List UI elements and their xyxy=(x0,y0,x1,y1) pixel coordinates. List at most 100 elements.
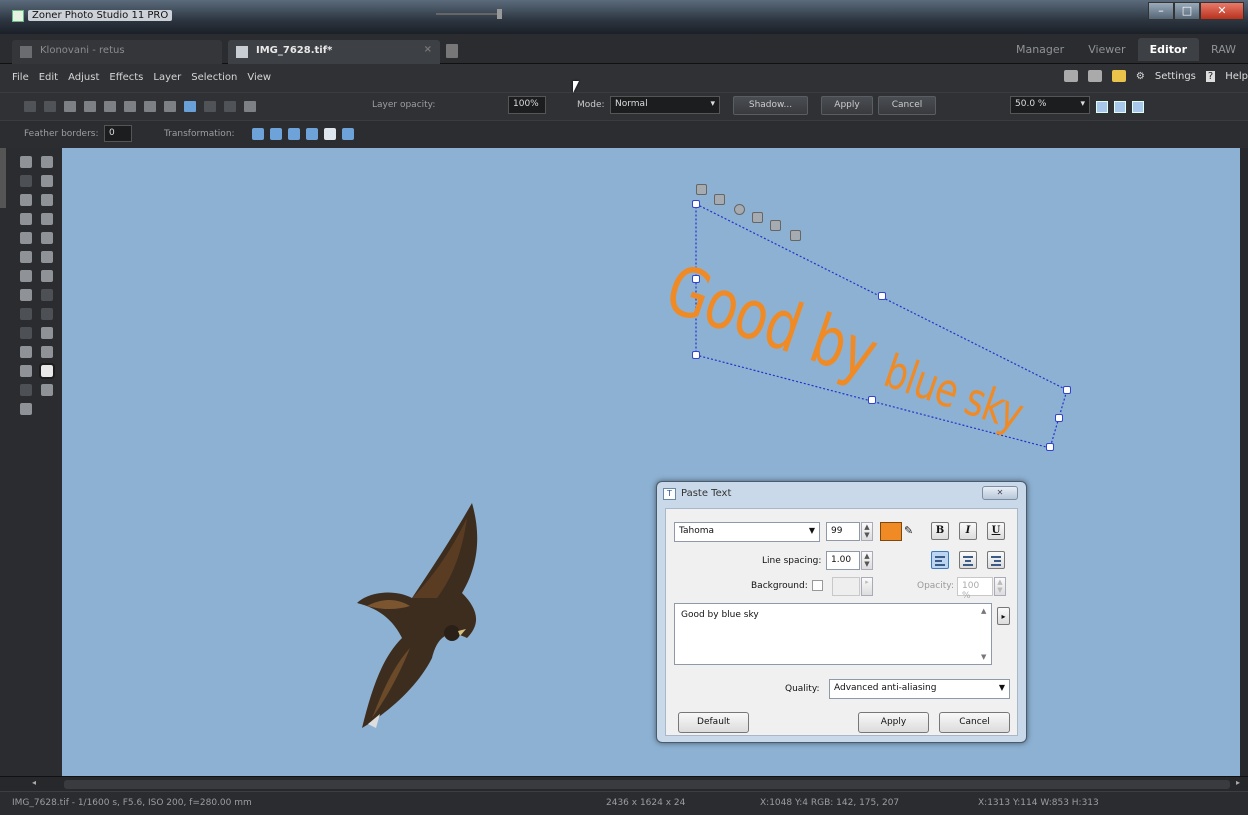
monitor-icon[interactable] xyxy=(1063,70,1078,82)
rotate-icon[interactable] xyxy=(734,204,745,215)
perspective-icon[interactable] xyxy=(770,220,781,231)
tab-img-7628[interactable]: IMG_7628.tif* × xyxy=(228,40,440,64)
panel-scroll-indicator[interactable] xyxy=(0,148,6,208)
scroll-up-icon[interactable]: ▲ xyxy=(981,607,986,615)
rotate-left-icon[interactable] xyxy=(224,101,236,112)
background-checkbox[interactable] xyxy=(812,580,823,591)
transform-handle-bl[interactable] xyxy=(692,351,700,359)
eyedropper-icon[interactable]: ✎ xyxy=(904,524,918,538)
dialog-close-button[interactable]: ✕ xyxy=(982,486,1018,500)
redo-icon[interactable] xyxy=(204,101,216,112)
menu-effects[interactable]: Effects xyxy=(109,72,143,83)
move-icon[interactable] xyxy=(252,128,264,140)
clone-tool-icon[interactable] xyxy=(20,213,32,225)
rotate-icon[interactable] xyxy=(288,128,300,140)
shape-tool-icon[interactable] xyxy=(41,346,53,358)
move-icon[interactable] xyxy=(696,184,707,195)
layer-tool-icon[interactable] xyxy=(20,384,32,396)
tab-klonovani[interactable]: Klonovani - retus xyxy=(12,40,222,64)
magic-wand-tool-icon[interactable] xyxy=(20,327,32,339)
heal-tool-icon[interactable] xyxy=(41,213,53,225)
shadow-button[interactable]: Shadow... xyxy=(733,96,808,115)
retouch-tool-icon[interactable] xyxy=(41,194,53,206)
scroll-left-icon[interactable]: ◂ xyxy=(32,778,36,787)
lasso-tool-icon[interactable] xyxy=(41,308,53,320)
gallery-icon[interactable] xyxy=(1087,70,1102,82)
open-icon[interactable] xyxy=(64,101,76,112)
new-tab-icon[interactable] xyxy=(446,44,458,58)
line-spacing-spinner[interactable]: ▲ ▼ xyxy=(861,551,873,570)
brush-select-tool-icon[interactable] xyxy=(41,327,53,339)
vertical-scrollbar[interactable] xyxy=(1240,148,1248,776)
gradient-tool-icon[interactable] xyxy=(20,346,32,358)
transform-handle-bm[interactable] xyxy=(868,396,876,404)
forward-icon[interactable] xyxy=(44,101,56,112)
eraser-tool-icon[interactable] xyxy=(20,289,32,301)
text-input-area[interactable]: Good by blue sky xyxy=(674,603,992,665)
text-color-swatch[interactable] xyxy=(880,522,902,541)
rotate-right-icon[interactable] xyxy=(244,101,256,112)
straighten-tool-icon[interactable] xyxy=(41,175,53,187)
compare-icon[interactable] xyxy=(1132,101,1144,113)
stamp-tool-icon[interactable] xyxy=(20,232,32,244)
transform-handle-tm[interactable] xyxy=(878,292,886,300)
tab-viewer[interactable]: Viewer xyxy=(1076,38,1137,61)
redeye-tool-icon[interactable] xyxy=(20,194,32,206)
feather-borders-input[interactable]: 0 xyxy=(104,125,132,142)
underline-button[interactable]: U xyxy=(987,522,1005,540)
minimize-button[interactable]: – xyxy=(1148,2,1174,20)
maximize-button[interactable]: □ xyxy=(1174,2,1200,20)
transform-handle-ml[interactable] xyxy=(692,275,700,283)
font-select[interactable]: Tahoma ▼ xyxy=(674,522,820,542)
tab-raw[interactable]: RAW xyxy=(1199,38,1248,61)
dialog-cancel-button[interactable]: Cancel xyxy=(939,712,1010,733)
zoom-fit-icon[interactable] xyxy=(1096,101,1108,113)
undo-icon[interactable] xyxy=(184,101,196,112)
print-icon[interactable] xyxy=(104,101,116,112)
tab-manager[interactable]: Manager xyxy=(1004,38,1076,61)
quality-select[interactable]: Advanced anti-aliasing ▼ xyxy=(829,679,1010,699)
hand-tool-icon[interactable] xyxy=(41,156,53,168)
tab-editor[interactable]: Editor xyxy=(1137,38,1199,61)
picture-tool-icon[interactable] xyxy=(20,365,32,377)
skew-icon[interactable] xyxy=(752,212,763,223)
horizontal-scrollbar[interactable]: ◂ ▸ xyxy=(0,776,1248,791)
distort-icon[interactable] xyxy=(790,230,801,241)
mode-select[interactable]: Normal ▾ xyxy=(610,96,720,114)
layer-opacity-input[interactable]: 100% xyxy=(508,96,546,114)
brush-tool-icon[interactable] xyxy=(20,251,32,263)
help-button[interactable]: Help xyxy=(1225,71,1248,82)
bulb-icon[interactable] xyxy=(1111,70,1126,82)
skew-icon[interactable] xyxy=(306,128,318,140)
scroll-down-icon[interactable]: ▼ xyxy=(981,653,986,661)
align-center-button[interactable] xyxy=(959,551,977,569)
transform-handle-tr[interactable] xyxy=(1063,386,1071,394)
transform-handle-br[interactable] xyxy=(1046,443,1054,451)
zoom-tool-icon[interactable] xyxy=(20,156,32,168)
distort-icon[interactable] xyxy=(342,128,354,140)
crop-tool-icon[interactable] xyxy=(20,175,32,187)
histogram-tool-icon[interactable] xyxy=(20,403,32,415)
menu-layer[interactable]: Layer xyxy=(153,72,181,83)
image-canvas[interactable]: Good by blue sky xyxy=(62,148,1240,776)
align-left-button[interactable] xyxy=(931,551,949,569)
menu-view[interactable]: View xyxy=(247,72,271,83)
canvas-text-layer[interactable]: Good by blue sky xyxy=(656,250,1036,447)
scrollbar-thumb[interactable] xyxy=(64,780,1230,789)
font-size-spinner[interactable]: ▲ ▼ xyxy=(861,522,873,541)
default-button[interactable]: Default xyxy=(678,712,749,733)
apply-button[interactable]: Apply xyxy=(821,96,873,115)
menu-selection[interactable]: Selection xyxy=(191,72,237,83)
layer-opacity-slider[interactable] xyxy=(436,9,502,19)
back-icon[interactable] xyxy=(24,101,36,112)
close-button[interactable]: ✕ xyxy=(1200,2,1244,20)
zoom-actual-icon[interactable] xyxy=(1114,101,1126,113)
paste-new-icon[interactable] xyxy=(164,101,176,112)
transform-handle-mr[interactable] xyxy=(1055,414,1063,422)
resize-icon[interactable] xyxy=(714,194,725,205)
bold-button[interactable]: B xyxy=(931,522,949,540)
scroll-right-icon[interactable]: ▸ xyxy=(1236,778,1240,787)
line-spacing-input[interactable]: 1.00 xyxy=(826,551,860,570)
cancel-button[interactable]: Cancel xyxy=(878,96,936,115)
menu-file[interactable]: File xyxy=(12,72,29,83)
